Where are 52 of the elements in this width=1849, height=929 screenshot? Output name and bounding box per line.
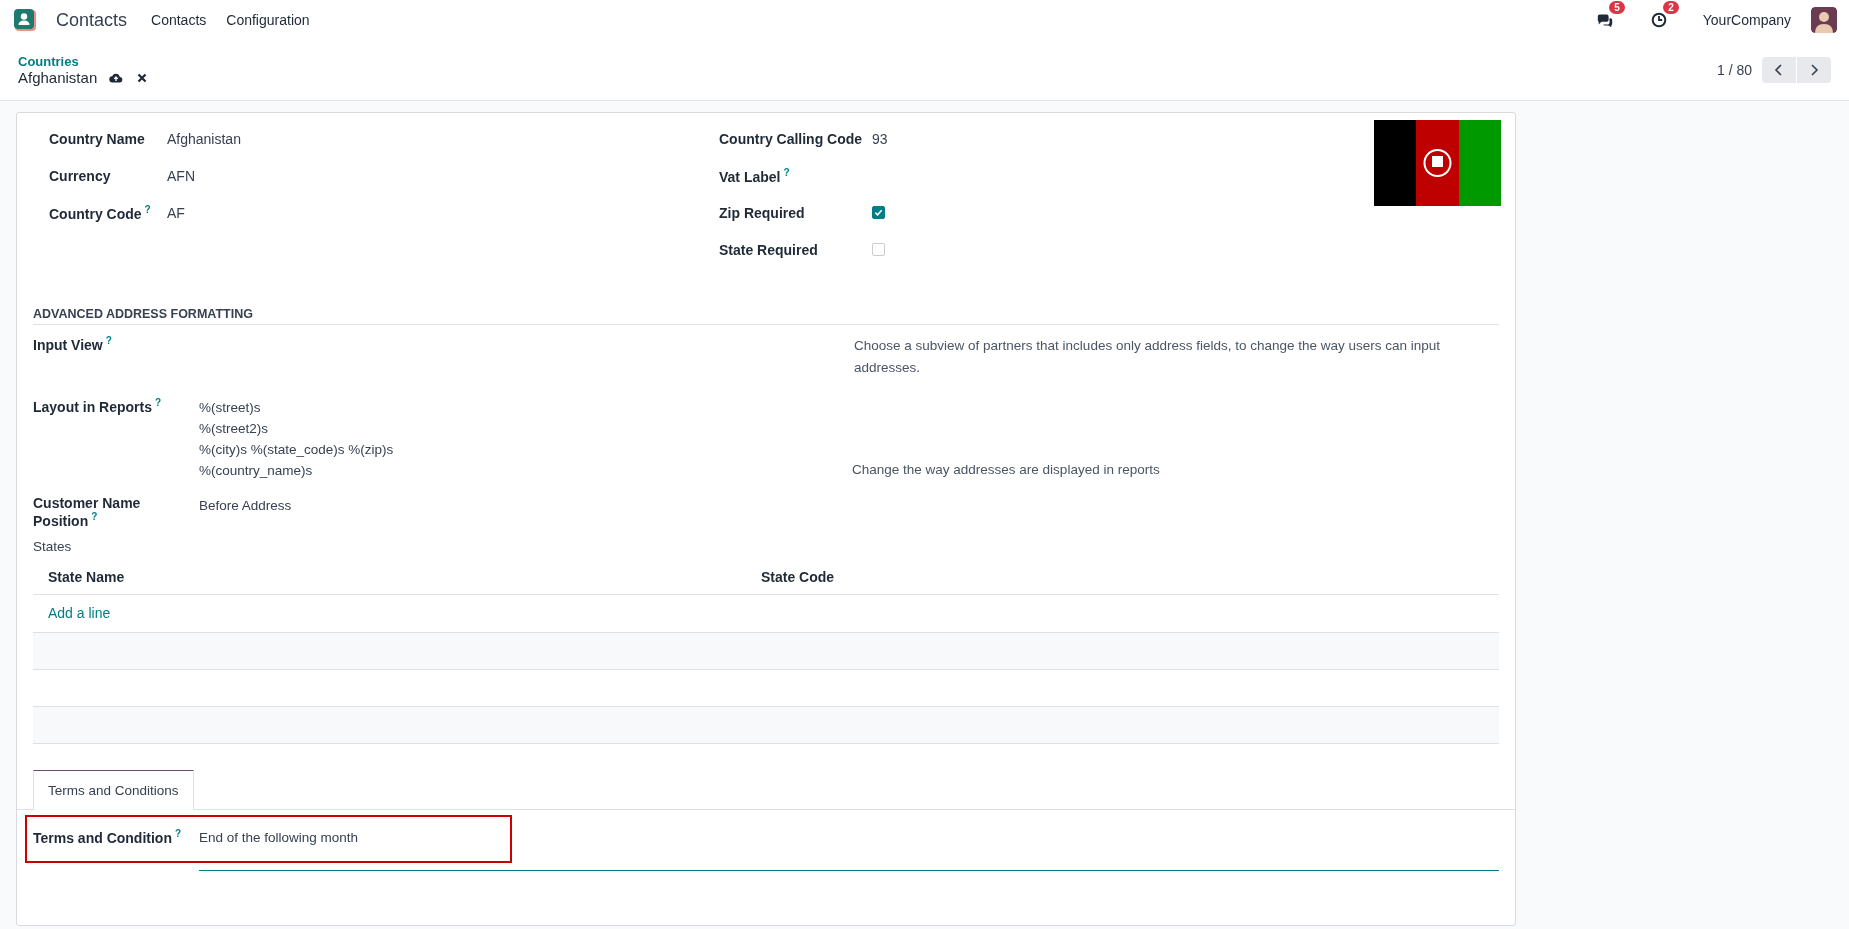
add-line-link[interactable]: Add a line	[48, 605, 111, 622]
field-value[interactable]: AF	[167, 204, 185, 221]
address-format-line[interactable]: %(street)s	[199, 397, 854, 418]
pager-counter[interactable]: 1 / 80	[1716, 62, 1752, 78]
menu-item[interactable]: Contacts	[151, 12, 207, 28]
next-button[interactable]	[1797, 57, 1831, 83]
field-label: States	[33, 538, 72, 554]
avatar-icon[interactable]	[1811, 7, 1837, 33]
record-title: Afghanistan	[18, 69, 98, 86]
field-label: Country Calling Code	[719, 130, 863, 147]
column-header[interactable]: State Name	[48, 568, 761, 585]
field-description: Change the way addresses are displayed in reports	[852, 461, 1161, 479]
help-icon[interactable]: ?	[174, 827, 182, 839]
notification-badge: 5	[1609, 1, 1625, 14]
field-label: Layout in Reports	[33, 398, 152, 415]
checkbox[interactable]	[872, 206, 885, 219]
company-switcher[interactable]: YourCompany	[1702, 12, 1791, 28]
help-icon[interactable]: ?	[91, 511, 98, 522]
field-label: Vat Label	[719, 168, 781, 185]
chevron-right-icon	[1808, 63, 1820, 77]
field-description: Choose a subview of partners that includes only address fields, to change the way users can input addresses.	[854, 337, 1442, 377]
help-icon[interactable]: ?	[105, 335, 112, 346]
help-icon[interactable]: ?	[155, 397, 162, 408]
tab[interactable]: Terms and Conditions	[33, 769, 194, 810]
section-title: ADVANCED ADDRESS FORMATTING	[33, 307, 1499, 325]
app-title[interactable]: Contacts	[56, 9, 128, 31]
breadcrumb-link[interactable]: Countries	[18, 54, 150, 69]
field-label: State Required	[719, 241, 818, 258]
field-value[interactable]: Before Address	[199, 498, 292, 513]
field-label: Input View	[33, 336, 103, 353]
chevron-left-icon	[1773, 63, 1785, 77]
column-header[interactable]: State Code	[761, 568, 835, 585]
menu-item[interactable]: Configuration	[226, 12, 310, 28]
text-field[interactable]: End of the following month	[199, 823, 1499, 871]
field-value[interactable]: Afghanistan	[167, 130, 241, 147]
address-format-line[interactable]: %(street2)s	[199, 418, 854, 439]
field-label: Terms and Condition	[33, 829, 172, 846]
field-label: Currency	[49, 167, 111, 184]
field-value[interactable]: 93	[872, 130, 888, 147]
help-icon[interactable]: ?	[783, 166, 790, 178]
flag-drawing[interactable]	[1374, 120, 1501, 206]
previous-button[interactable]	[1762, 57, 1796, 83]
notification-badge: 2	[1663, 1, 1679, 14]
clock-icon[interactable]	[1649, 11, 1668, 29]
field-label: Zip Required	[719, 204, 805, 221]
field-label: Country Code	[49, 205, 142, 222]
field-label: Country Name	[49, 130, 145, 147]
help-icon[interactable]: ?	[144, 203, 151, 215]
address-format-line[interactable]: %(city)s %(state_code)s %(zip)s	[199, 439, 854, 460]
app-logo-icon[interactable]	[14, 9, 36, 31]
field-value[interactable]: AFN	[167, 167, 195, 184]
field-label: Customer Name Position $^{?}$	[33, 495, 142, 529]
